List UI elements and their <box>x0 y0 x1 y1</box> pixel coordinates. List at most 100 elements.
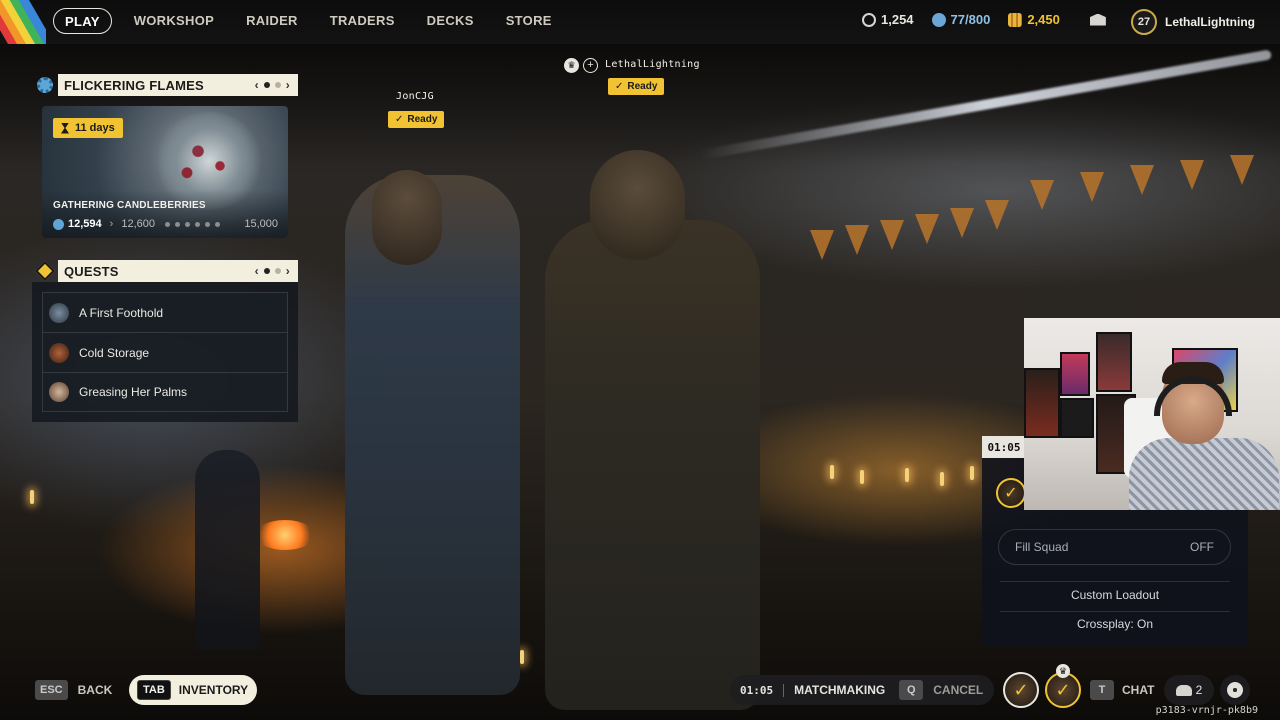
nav-store[interactable]: STORE <box>490 8 568 34</box>
pager-prev-icon[interactable]: ‹ <box>255 264 259 278</box>
custom-loadout-button[interactable]: Custom Loadout <box>1000 581 1230 609</box>
quest-item[interactable]: A First Foothold <box>42 292 288 332</box>
mail-icon[interactable] <box>1089 13 1106 26</box>
add-friend-icon[interactable]: + <box>583 58 598 73</box>
progress-dots <box>164 221 220 227</box>
q-key-hint: Q <box>899 680 924 700</box>
squad-avatar-slot[interactable]: ✓ <box>1003 672 1039 708</box>
cred-currency[interactable]: 77/800 <box>931 12 990 27</box>
event-gear-icon <box>34 74 56 96</box>
pennant-flag <box>950 208 974 238</box>
pager-prev-icon[interactable]: ‹ <box>255 78 259 92</box>
raider-tokens-value: 1,254 <box>881 12 914 27</box>
raider-token-icon <box>862 12 876 27</box>
friends-count: 2 <box>1195 683 1203 697</box>
event-current-points: 12,594 <box>68 218 102 230</box>
raider-character-lethal <box>545 220 760 710</box>
crown-icon: ♛ <box>564 58 579 73</box>
coins-value: 2,450 <box>1027 12 1060 27</box>
candle <box>970 466 974 480</box>
quests-diamond-icon <box>34 260 56 282</box>
pager-dot[interactable] <box>274 82 281 88</box>
wall-poster <box>1096 332 1132 392</box>
event-time-badge: 11 days <box>53 118 123 138</box>
hourglass-icon <box>61 122 69 134</box>
back-label: BACK <box>77 683 113 697</box>
settings-button[interactable] <box>1220 675 1250 705</box>
event-next-threshold: 12,600 <box>121 218 155 230</box>
candle <box>30 490 34 504</box>
pennant-flag <box>845 225 869 255</box>
main-nav: PLAY WORKSHOP RAIDER TRADERS DECKS STORE <box>53 8 568 34</box>
quests-header-title: QUESTS <box>64 263 119 279</box>
quests-pager: ‹ › <box>255 260 290 282</box>
fire-barrel-flame <box>255 520 315 550</box>
wall-poster <box>1024 368 1060 438</box>
pager-dot[interactable] <box>263 82 270 88</box>
event-pager: ‹ › <box>255 74 290 96</box>
t-key-hint: T <box>1090 680 1114 700</box>
candle <box>520 650 524 664</box>
pennant-flag <box>1180 160 1204 190</box>
quest-giver-avatar <box>49 342 69 363</box>
quest-giver-avatar <box>49 302 69 323</box>
pager-next-icon[interactable]: › <box>286 78 290 92</box>
event-card[interactable]: 11 days GATHERING CANDLEBERRIES 12,594 ›… <box>42 106 288 238</box>
quests-header: QUESTS ‹ › <box>58 260 298 282</box>
nav-decks[interactable]: DECKS <box>411 8 490 34</box>
pennant-flag <box>880 220 904 250</box>
candle <box>905 468 909 482</box>
candle <box>830 465 834 479</box>
quest-label: A First Foothold <box>79 305 164 320</box>
nav-traders[interactable]: TRADERS <box>314 8 411 34</box>
back-button[interactable]: ESC BACK <box>35 675 112 705</box>
pager-next-icon[interactable]: › <box>286 264 290 278</box>
cred-coin-icon <box>931 12 946 27</box>
ready-label: Ready <box>407 114 438 125</box>
squad-member-avatar[interactable]: ✓ <box>996 478 1026 508</box>
pennant-flag <box>915 214 939 244</box>
pager-dot[interactable] <box>263 268 270 274</box>
event-header: FLICKERING FLAMES ‹ › <box>58 74 298 96</box>
squad-member-name: JonCJG <box>396 91 434 102</box>
quest-item[interactable]: Greasing Her Palms <box>42 372 288 412</box>
matchmaking-timer-tab: 01:05 <box>982 436 1026 458</box>
inventory-label: INVENTORY <box>178 683 249 697</box>
pennant-flag <box>1130 165 1154 195</box>
quest-label: Greasing Her Palms <box>79 385 188 399</box>
matchmaking-label: MATCHMAKING <box>794 683 886 697</box>
ready-badge: ✓ Ready <box>388 111 445 128</box>
quest-label: Cold Storage <box>79 345 150 360</box>
event-header-title: FLICKERING FLAMES <box>64 77 204 93</box>
ready-badge: ✓ Ready <box>608 78 665 95</box>
squad-member-name: LethalLightning <box>605 59 700 70</box>
nav-workshop[interactable]: WORKSHOP <box>118 8 230 34</box>
top-navigation-bar: PLAY WORKSHOP RAIDER TRADERS DECKS STORE… <box>0 0 1280 44</box>
streamer-shirt <box>1129 438 1279 510</box>
matchmaking-status: 01:05 MATCHMAKING Q CANCEL <box>730 675 994 705</box>
nav-play[interactable]: PLAY <box>53 8 112 34</box>
fill-squad-toggle[interactable]: Fill Squad OFF <box>998 529 1231 565</box>
matchmaking-timer: 01:05 <box>740 683 785 697</box>
coin-currency[interactable]: 2,450 <box>1008 12 1060 27</box>
crossplay-toggle[interactable]: Crossplay: On <box>1000 610 1230 638</box>
player-name: LethalLightning <box>1165 15 1255 29</box>
background-npc-silhouette <box>195 450 260 650</box>
tab-key-hint: TAB <box>137 680 171 700</box>
coin-stack-icon <box>1008 12 1023 27</box>
pager-dot[interactable] <box>274 268 281 274</box>
raider-helmet <box>372 170 442 265</box>
cancel-matchmaking-button[interactable]: CANCEL <box>933 683 983 697</box>
friends-button[interactable]: 2 <box>1164 675 1214 705</box>
inventory-button[interactable]: TAB INVENTORY <box>129 675 257 705</box>
pennant-flag <box>1080 172 1104 202</box>
quest-item[interactable]: Cold Storage <box>42 332 288 372</box>
player-profile[interactable]: 27 LethalLightning <box>1131 9 1255 35</box>
event-progress: 12,594 › 12,600 15,000 <box>53 218 278 230</box>
player-level-badge: 27 <box>1131 9 1157 35</box>
checkmark-icon: ✓ <box>615 81 624 92</box>
chat-button[interactable]: CHAT <box>1122 683 1154 697</box>
raider-tokens[interactable]: 1,254 <box>862 12 914 27</box>
quest-giver-avatar <box>49 382 69 402</box>
nav-raider[interactable]: RAIDER <box>230 8 314 34</box>
